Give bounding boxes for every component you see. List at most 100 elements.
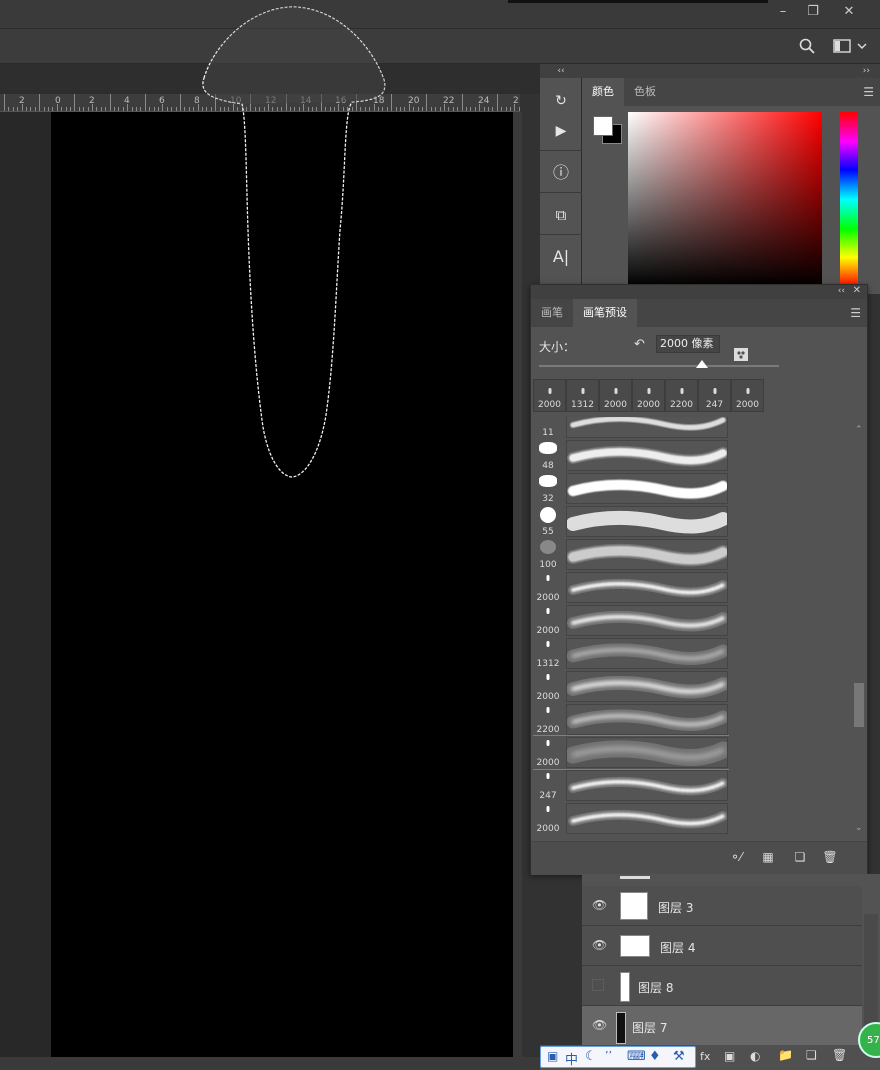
reset-size-icon[interactable]: ↶ [634, 337, 645, 352]
brush-preset-size: 2000 [536, 626, 560, 636]
brush-preset[interactable]: 247 [533, 769, 729, 802]
panel-menu-icon[interactable]: ☰ [850, 306, 861, 320]
color-panel: ›› 颜色 色板 ☰ [582, 64, 880, 294]
recent-brush-size: 2000 [736, 400, 759, 410]
collapse-icon[interactable]: ‹‹ [838, 286, 845, 296]
recent-brush[interactable]: 247 [698, 379, 731, 412]
ime-logo-icon[interactable]: ▣ [547, 1049, 558, 1063]
character-icon[interactable]: A| [546, 242, 576, 272]
eye-icon[interactable]: 👁 [592, 938, 607, 952]
tab-color[interactable]: 颜色 [582, 78, 624, 106]
layer-row[interactable]: 👁 图层 7 [582, 1006, 862, 1046]
stroke-path [568, 776, 727, 796]
brush-tip-icon [713, 388, 716, 394]
brush-stroke-preview [566, 737, 728, 768]
brush-tip-icon [548, 388, 551, 394]
panel-header: ‹‹ ✕ [531, 285, 867, 299]
punctuation-icon[interactable]: ’’ [605, 1049, 612, 1062]
brush-preset-thumbnail: 100 [533, 538, 563, 571]
close-icon[interactable]: ✕ [853, 285, 861, 296]
recent-brush-size: 1312 [571, 400, 594, 410]
brush-preset[interactable]: 2000 [533, 735, 729, 770]
recent-brush-size: 2000 [604, 400, 627, 410]
delete-icon[interactable]: 🗑 [821, 850, 839, 866]
history-icon[interactable]: ↻ [546, 86, 576, 116]
keyboard-icon[interactable]: ⌨ [627, 1049, 646, 1064]
foreground-color-swatch[interactable] [593, 116, 613, 136]
recent-brush[interactable]: 2000 [533, 379, 566, 412]
brush-panel-icon[interactable]: ▦ [759, 850, 777, 866]
tab-brush-presets[interactable]: 画笔预设 [573, 299, 637, 327]
adjustment-icon[interactable]: ◐ [750, 1049, 760, 1063]
restore-icon[interactable]: ❐ [798, 2, 828, 22]
fx-icon[interactable]: fx [700, 1050, 710, 1063]
size-slider-thumb[interactable] [696, 360, 709, 368]
new-layer-icon[interactable]: ❏ [806, 1048, 817, 1062]
clone-source-icon[interactable]: ⧉ [546, 200, 576, 230]
brush-tip-icon [546, 608, 550, 614]
layer-row[interactable]: 👁 图层 4 [582, 926, 862, 966]
stroke-path [567, 510, 727, 534]
brush-tip-icon [546, 674, 550, 680]
brush-preset-size: 2000 [536, 758, 560, 768]
new-brush-icon[interactable]: ❏ [791, 850, 809, 866]
brush-list-scrollbar[interactable]: ⌃ ⌄ [853, 425, 865, 835]
tab-swatches[interactable]: 色板 [624, 78, 666, 106]
brush-preset[interactable]: 55 [533, 505, 729, 538]
visibility-toggle[interactable] [592, 979, 604, 991]
brush-preset-size: 2000 [536, 692, 560, 702]
brush-presets-panel: ‹‹ ✕ 画笔 画笔预设 ☰ 大小： ↶ 2000 像素 2000 1312 200… [530, 284, 868, 875]
toggle-hard-brush-icon[interactable]: ⚬⁄ [727, 850, 745, 866]
moon-icon[interactable]: ☾ [585, 1049, 597, 1064]
collapse-icon[interactable]: ‹‹ [540, 64, 582, 78]
hue-slider[interactable] [840, 112, 858, 287]
brush-tip-icon [546, 806, 550, 812]
stroke-path [567, 675, 727, 699]
size-slider-track[interactable] [539, 365, 779, 367]
play-action-icon[interactable]: ▶ [546, 116, 576, 146]
color-spectrum[interactable] [628, 112, 822, 287]
close-icon[interactable]: ✕ [834, 2, 864, 22]
ime-mode[interactable]: 中 [565, 1049, 578, 1068]
brush-preset[interactable]: 32 [533, 472, 729, 505]
recent-brush[interactable]: 2000 [731, 379, 764, 412]
tab-brush[interactable]: 画笔 [531, 299, 573, 327]
layer-row[interactable]: 图层 8 [582, 966, 862, 1006]
brush-preset-size: 100 [539, 560, 557, 570]
brush-preset[interactable]: 11 [533, 417, 729, 439]
recent-brush[interactable]: 2000 [599, 379, 632, 412]
search-icon[interactable] [798, 37, 816, 55]
stroke-path [568, 578, 727, 598]
recent-brush-size: 247 [705, 400, 724, 410]
recent-brush[interactable]: 2000 [632, 379, 665, 412]
eye-icon[interactable]: 👁 [592, 898, 607, 912]
mask-icon[interactable]: ▣ [724, 1049, 735, 1063]
tools-icon[interactable]: ♦ [649, 1049, 661, 1064]
size-input[interactable]: 2000 像素 [656, 335, 720, 353]
minimize-icon[interactable]: – [768, 2, 798, 22]
info-icon[interactable]: ⓘ [546, 158, 576, 188]
recent-brush[interactable]: 2200 [665, 379, 698, 412]
workspace-icon[interactable] [832, 38, 868, 54]
layers-panel: 👁 图层 3 👁 图层 4 图层 8 👁 图层 7 [582, 874, 880, 1059]
brush-preset[interactable]: 100 [533, 538, 729, 571]
brush-preset[interactable]: 2000 [533, 802, 729, 835]
new-preset-icon[interactable] [732, 345, 750, 363]
brush-preset[interactable]: 2000 [533, 670, 729, 703]
brush-preset[interactable]: 2000 [533, 604, 729, 637]
eye-icon[interactable]: 👁 [592, 1018, 607, 1032]
brush-preset[interactable]: 2200 [533, 703, 729, 736]
recent-brush[interactable]: 1312 [566, 379, 599, 412]
trash-icon[interactable]: 🗑 [832, 1048, 847, 1062]
scroll-thumb[interactable] [854, 683, 864, 727]
panel-collapse-icon[interactable]: ›› [582, 64, 880, 78]
folder-icon[interactable]: 📁 [778, 1048, 793, 1062]
brush-preset[interactable]: 1312 [533, 637, 729, 670]
brush-preset[interactable]: 2000 [533, 571, 729, 604]
size-label: 大小： [539, 340, 576, 354]
tool-strip: ‹‹ ↻ ▶ ⓘ ⧉ A| [540, 64, 582, 289]
layer-row[interactable]: 👁 图层 3 [582, 886, 862, 926]
brush-preset[interactable]: 48 [533, 439, 729, 472]
panel-menu-icon[interactable]: ☰ [863, 85, 874, 99]
settings-icon[interactable]: ⚒ [673, 1049, 685, 1064]
